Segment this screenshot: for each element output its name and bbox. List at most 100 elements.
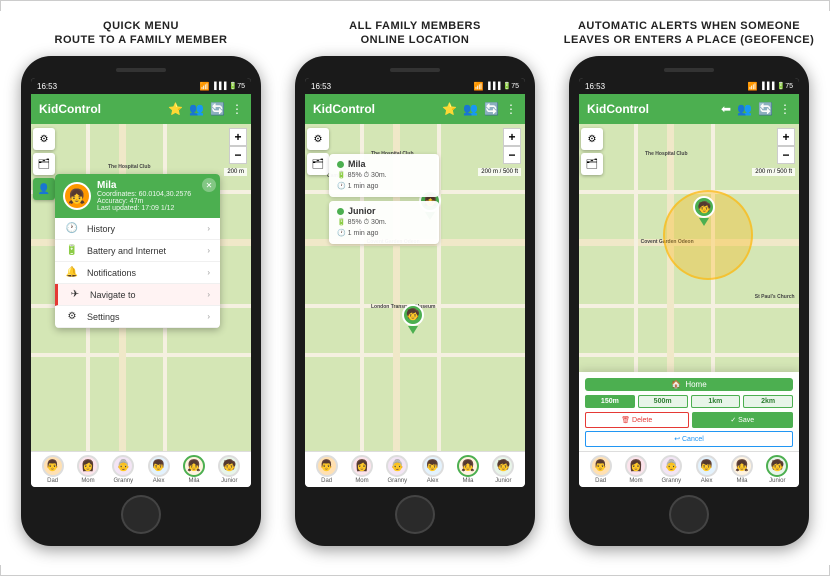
phone2-time: 16:53 bbox=[311, 82, 331, 91]
navigate-arrow: › bbox=[207, 290, 210, 299]
menu-item-navigate[interactable]: ✈ Navigate to › bbox=[55, 284, 220, 306]
person-sidebar-btn[interactable]: 👤 bbox=[33, 178, 55, 200]
phone3-avatar-dad[interactable]: 👨 Dad bbox=[590, 455, 612, 484]
junior-card-name: Junior bbox=[348, 206, 376, 216]
phone2-more-icon[interactable]: ⋮ bbox=[505, 102, 517, 116]
phone2-map: The Hospital Club Covent Garden Odeon Ca… bbox=[305, 124, 525, 450]
phone3-signal-icon: ▐▐▐ bbox=[760, 83, 775, 90]
phone2-gear-btn[interactable]: ⚙ bbox=[307, 128, 329, 150]
bottom-avatar-dad[interactable]: 👨 Dad bbox=[42, 455, 64, 484]
gear-sidebar-btn[interactable]: ⚙ bbox=[33, 128, 55, 150]
phone2-status-bar: 16:53 📶 ▐▐▐ 🔋75 bbox=[305, 78, 525, 94]
bottom-avatar-alex[interactable]: 👦 Alex bbox=[148, 455, 170, 484]
phone2-scale-bar: 200 m / 500 ft bbox=[478, 168, 521, 176]
bottom-avatar-junior[interactable]: 🧒 Junior bbox=[218, 455, 240, 484]
phone3-wifi-icon: 📶 bbox=[748, 82, 758, 91]
phone1-bottom-avatars: 👨 Dad 👩 Mom 👵 Granny 👦 Alex bbox=[31, 451, 251, 487]
phone1-home-button[interactable] bbox=[121, 495, 161, 534]
phone2-refresh-icon[interactable]: 🔄 bbox=[484, 102, 499, 116]
phone3-avatar-junior[interactable]: 🧒 Junior bbox=[766, 455, 788, 484]
phone3-back-icon[interactable]: ⬅ bbox=[721, 102, 731, 116]
menu-item-history[interactable]: 🕐 History › bbox=[55, 218, 220, 240]
phone1-app-header: KidControl ⭐ 👥 🔄 ⋮ bbox=[31, 94, 251, 124]
dist-1km-btn[interactable]: 1km bbox=[691, 395, 741, 408]
phone3-pin: 🧒 bbox=[693, 196, 715, 226]
phone3-gear-btn[interactable]: ⚙ bbox=[581, 128, 603, 150]
phone2-zoom-in[interactable]: + bbox=[503, 128, 521, 146]
phone3-avatar-granny[interactable]: 👵 Granny bbox=[660, 455, 682, 484]
dist-150m-btn[interactable]: 150m bbox=[585, 395, 635, 408]
zoom-in-btn[interactable]: + bbox=[229, 128, 247, 146]
phone3-avatar-mom[interactable]: 👩 Mom bbox=[625, 455, 647, 484]
zoom-out-btn[interactable]: − bbox=[229, 146, 247, 164]
menu-item-battery[interactable]: 🔋 Battery and Internet › bbox=[55, 240, 220, 262]
menu-item-notifications[interactable]: 🔔 Notifications › bbox=[55, 262, 220, 284]
geofence-delete-btn[interactable]: 🗑 Delete bbox=[585, 412, 689, 428]
phone3-avatar-alex[interactable]: 👦 Alex bbox=[696, 455, 718, 484]
phone3-refresh-icon[interactable]: 🔄 bbox=[758, 102, 773, 116]
phone2-home-button[interactable] bbox=[395, 495, 435, 534]
phone2-avatar-junior[interactable]: 🧒 Junior bbox=[492, 455, 514, 484]
settings-arrow: › bbox=[207, 312, 210, 321]
phone2-avatar-alex[interactable]: 👦 Alex bbox=[422, 455, 444, 484]
phone3-more-icon[interactable]: ⋮ bbox=[779, 102, 791, 116]
geofence-cancel-btn[interactable]: ↩ Cancel bbox=[585, 431, 793, 447]
phone3-pin-head: 🧒 bbox=[693, 196, 715, 218]
mila-card[interactable]: Mila 🔋 85% ⏱ 30m. 🕐 1 min ago bbox=[329, 154, 439, 197]
phone2-header-icons: ⭐ 👥 🔄 ⋮ bbox=[442, 102, 517, 116]
bottom-avatar-mila[interactable]: 👧 Mila bbox=[183, 455, 205, 484]
phone2-status-icons: 📶 ▐▐▐ 🔋75 bbox=[474, 82, 519, 91]
menu-item-settings[interactable]: ⚙ Settings › bbox=[55, 306, 220, 328]
refresh-icon[interactable]: 🔄 bbox=[210, 102, 225, 116]
phone1-map-sidebar: ⚙ 🗂 👤 bbox=[33, 128, 55, 200]
phone1-title: QUICK MENU ROUTE TO A FAMILY MEMBER bbox=[11, 19, 271, 48]
phone2-avatar-mila[interactable]: 👧 Mila bbox=[457, 455, 479, 484]
phone3-speaker bbox=[664, 68, 714, 73]
phone2-avatar-mom[interactable]: 👩 Mom bbox=[351, 455, 373, 484]
phone2-people-icon[interactable]: 👥 bbox=[463, 102, 478, 116]
layers-sidebar-btn[interactable]: 🗂 bbox=[33, 153, 55, 175]
phone3-status-icons: 📶 ▐▐▐ 🔋75 bbox=[748, 82, 793, 91]
battery-menu-icon: 🔋 bbox=[65, 245, 79, 256]
phone-2: 16:53 📶 ▐▐▐ 🔋75 KidControl ⭐ 👥 🔄 ⋮ bbox=[295, 56, 535, 546]
phone3-time: 16:53 bbox=[585, 82, 605, 91]
menu-close-btn[interactable]: ✕ bbox=[202, 178, 216, 192]
dist-2km-btn[interactable]: 2km bbox=[743, 395, 793, 408]
phone2-star-icon[interactable]: ⭐ bbox=[442, 102, 457, 116]
mila-card-name: Mila bbox=[348, 159, 366, 169]
dist-500m-btn[interactable]: 500m bbox=[638, 395, 688, 408]
phone2-avatar-granny[interactable]: 👵 Granny bbox=[386, 455, 408, 484]
more-icon[interactable]: ⋮ bbox=[231, 102, 243, 116]
phone3-battery-icon: 🔋75 bbox=[776, 82, 793, 90]
phone3-zoom-out[interactable]: − bbox=[777, 146, 795, 164]
battery-icon: 🔋75 bbox=[228, 82, 245, 90]
geofence-save-btn[interactable]: ✓ Save bbox=[692, 412, 794, 428]
star-icon[interactable]: ⭐ bbox=[168, 102, 183, 116]
settings-icon: ⚙ bbox=[65, 311, 79, 322]
menu-popup: 👧 Mila Coordinates: 60.0104,30.2576 Accu… bbox=[55, 174, 220, 328]
phone3-avatar-mila[interactable]: 👧 Mila bbox=[731, 455, 753, 484]
bottom-avatar-granny[interactable]: 👵 Granny bbox=[112, 455, 134, 484]
map-label-hospital: The Hospital Club bbox=[108, 164, 151, 170]
phone2-layers-btn[interactable]: 🗂 bbox=[307, 153, 329, 175]
phone3-map-label-hospital: The Hospital Club bbox=[645, 151, 688, 157]
phone3-zoom-in[interactable]: + bbox=[777, 128, 795, 146]
phone3-people-icon[interactable]: 👥 bbox=[737, 102, 752, 116]
navigate-icon: ✈ bbox=[68, 289, 82, 300]
mila-stats: 🔋 85% ⏱ 30m. 🕐 1 min ago bbox=[337, 171, 431, 192]
phone2-avatar-dad[interactable]: 👨 Dad bbox=[316, 455, 338, 484]
people-icon[interactable]: 👥 bbox=[189, 102, 204, 116]
phone2-zoom-out[interactable]: − bbox=[503, 146, 521, 164]
phone3-layers-btn[interactable]: 🗂 bbox=[581, 153, 603, 175]
phone3-app-header: KidControl ⬅ 👥 🔄 ⋮ bbox=[579, 94, 799, 124]
history-icon: 🕐 bbox=[65, 223, 79, 234]
bottom-avatar-mom[interactable]: 👩 Mom bbox=[77, 455, 99, 484]
phone3-pin-tail bbox=[699, 218, 709, 226]
phone3-title: AUTOMATIC ALERTS WHEN SOMEONE LEAVES OR … bbox=[559, 19, 819, 48]
phone3-header-icons: ⬅ 👥 🔄 ⋮ bbox=[721, 102, 791, 116]
phones-row: 16:53 📶 ▐▐▐ 🔋75 KidControl ⭐ 👥 🔄 ⋮ bbox=[4, 56, 826, 546]
phone2-map-sidebar: ⚙ 🗂 bbox=[307, 128, 329, 175]
junior-card[interactable]: Junior 🔋 85% ⏱ 30m. 🕐 1 min ago bbox=[329, 201, 439, 244]
phone3-home-button[interactable] bbox=[669, 495, 709, 534]
phone1-map: The Hospital Club Covent Garden Odeon ⚙ … bbox=[31, 124, 251, 450]
